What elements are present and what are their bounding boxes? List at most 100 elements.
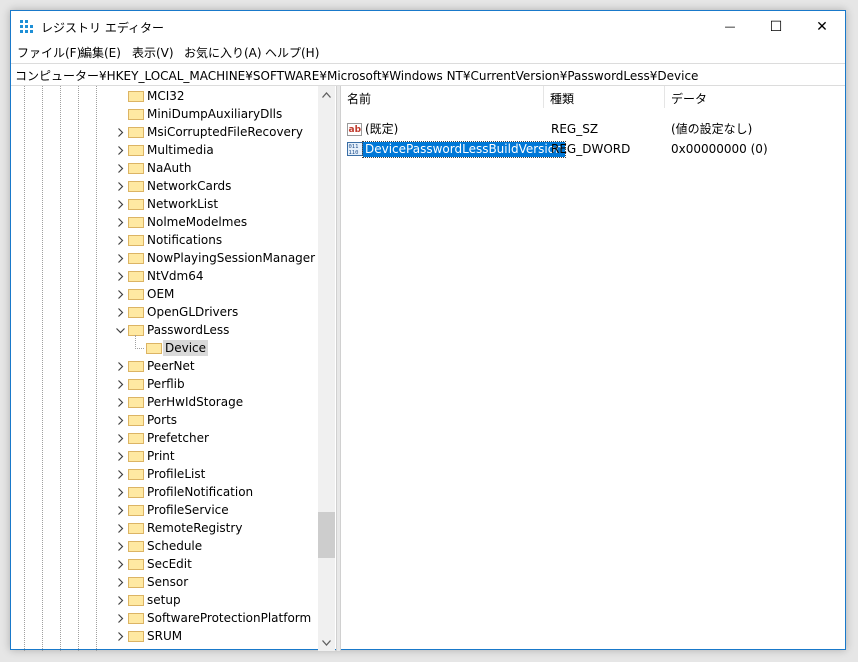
expand-arrow-collapsed-icon[interactable] xyxy=(115,288,125,300)
expand-arrow-collapsed-icon[interactable] xyxy=(115,378,125,390)
maximize-button[interactable]: ☐ xyxy=(753,11,799,42)
value-type: REG_DWORD xyxy=(551,142,631,156)
menu-view[interactable]: 表示(V) xyxy=(132,44,174,61)
tree-item-msicorruptedfilerecovery[interactable]: MsiCorruptedFileRecovery xyxy=(11,123,317,141)
column-header-name[interactable]: 名前 xyxy=(341,86,544,108)
tree-item-perhwidstorage[interactable]: PerHwIdStorage xyxy=(11,393,317,411)
tree-scrollbar[interactable] xyxy=(318,86,335,651)
menu-favorites[interactable]: お気に入り(A) xyxy=(184,44,262,61)
tree-item-nowplayingsessionmanager[interactable]: NowPlayingSessionManager xyxy=(11,249,317,267)
expand-arrow-collapsed-icon[interactable] xyxy=(115,558,125,570)
expand-arrow-collapsed-icon[interactable] xyxy=(115,162,125,174)
tree-item-passwordless[interactable]: PasswordLess xyxy=(11,321,317,339)
tree-item-mci32[interactable]: MCI32 xyxy=(11,87,317,105)
folder-icon xyxy=(128,467,144,480)
address-bar[interactable]: コンピューター¥HKEY_LOCAL_MACHINE¥SOFTWARE¥Micr… xyxy=(11,63,845,86)
folder-icon xyxy=(128,125,144,138)
expand-arrow-collapsed-icon[interactable] xyxy=(115,450,125,462)
tree-item-label: SecEdit xyxy=(147,557,192,571)
title-bar[interactable]: レジストリ エディター — ☐ ✕ xyxy=(11,11,845,42)
column-header-data[interactable]: データ xyxy=(665,86,835,108)
folder-icon xyxy=(128,413,144,426)
close-button[interactable]: ✕ xyxy=(799,11,845,42)
tree-item-label: Multimedia xyxy=(147,143,214,157)
registry-editor-window: レジストリ エディター — ☐ ✕ ファイル(F) 編集(E) 表示(V) お気… xyxy=(10,10,846,651)
tree-item-prefetcher[interactable]: Prefetcher xyxy=(11,429,317,447)
expand-arrow-collapsed-icon[interactable] xyxy=(115,216,125,228)
tree-item-profilelist[interactable]: ProfileList xyxy=(11,465,317,483)
tree-item-nolmemodelmes[interactable]: NolmeModelmes xyxy=(11,213,317,231)
expand-arrow-collapsed-icon[interactable] xyxy=(115,594,125,606)
menu-help[interactable]: ヘルプ(H) xyxy=(265,44,319,61)
expand-arrow-expanded-icon[interactable] xyxy=(115,324,125,336)
value-type: REG_SZ xyxy=(551,122,599,136)
column-header-label: 種類 xyxy=(550,92,575,106)
tree-item-networkcards[interactable]: NetworkCards xyxy=(11,177,317,195)
tree-item-srum[interactable]: SRUM xyxy=(11,627,317,645)
expand-arrow-collapsed-icon[interactable] xyxy=(115,504,125,516)
folder-icon xyxy=(128,431,144,444)
tree-item-schedule[interactable]: Schedule xyxy=(11,537,317,555)
tree-item-label: MsiCorruptedFileRecovery xyxy=(147,125,303,139)
expand-arrow-collapsed-icon[interactable] xyxy=(115,468,125,480)
tree-item-sensor[interactable]: Sensor xyxy=(11,573,317,591)
expand-arrow-collapsed-icon[interactable] xyxy=(115,360,125,372)
expand-arrow-collapsed-icon[interactable] xyxy=(115,432,125,444)
tree-item-perflib[interactable]: Perflib xyxy=(11,375,317,393)
value-row[interactable]: ab (既定) REG_SZ (値の設定なし) xyxy=(341,119,841,139)
minimize-button[interactable]: — xyxy=(707,11,753,42)
tree-item-device[interactable]: Device xyxy=(11,335,317,357)
value-row[interactable]: 011 110 DevicePasswordLessBuildVersion R… xyxy=(341,139,841,159)
tree-item-label: setup xyxy=(147,593,181,607)
expand-arrow-collapsed-icon[interactable] xyxy=(115,234,125,246)
tree-item-secedit[interactable]: SecEdit xyxy=(11,555,317,573)
expand-arrow-collapsed-icon[interactable] xyxy=(115,522,125,534)
tree-item-remoteregistry[interactable]: RemoteRegistry xyxy=(11,519,317,537)
expand-arrow-collapsed-icon[interactable] xyxy=(115,630,125,642)
tree-item-notifications[interactable]: Notifications xyxy=(11,231,317,249)
menu-edit[interactable]: 編集(E) xyxy=(80,44,121,61)
expand-arrow-collapsed-icon[interactable] xyxy=(115,270,125,282)
expand-arrow-collapsed-icon[interactable] xyxy=(115,306,125,318)
tree-item-ports[interactable]: Ports xyxy=(11,411,317,429)
tree-item-label: Notifications xyxy=(147,233,223,247)
tree-item-opengldrivers[interactable]: OpenGLDrivers xyxy=(11,303,317,321)
tree-item-profileservice[interactable]: ProfileService xyxy=(11,501,317,519)
value-data: 0x00000000 (0) xyxy=(671,142,768,156)
tree-item-softwareprotectionplatform[interactable]: SoftwareProtectionPlatform xyxy=(11,609,317,627)
tree-item-multimedia[interactable]: Multimedia xyxy=(11,141,317,159)
tree-item-networklist[interactable]: NetworkList xyxy=(11,195,317,213)
scroll-down-button[interactable] xyxy=(318,634,335,651)
tree-item-label: NaAuth xyxy=(147,161,192,175)
tree-item-setup[interactable]: setup xyxy=(11,591,317,609)
expand-arrow-collapsed-icon[interactable] xyxy=(115,486,125,498)
maximize-icon: ☐ xyxy=(769,18,783,35)
expand-arrow-collapsed-icon[interactable] xyxy=(115,612,125,624)
expand-arrow-collapsed-icon[interactable] xyxy=(115,126,125,138)
expand-arrow-collapsed-icon[interactable] xyxy=(115,198,125,210)
tree-item-print[interactable]: Print xyxy=(11,447,317,465)
menu-file[interactable]: ファイル(F) xyxy=(17,44,81,61)
tree-item-minidumpauxiliarydlls[interactable]: MiniDumpAuxiliaryDlls xyxy=(11,105,317,123)
scroll-up-button[interactable] xyxy=(318,86,335,103)
tree-item-label: Ports xyxy=(147,413,178,427)
tree-item-profilenotification[interactable]: ProfileNotification xyxy=(11,483,317,501)
tree-item-oem[interactable]: OEM xyxy=(11,285,317,303)
expand-arrow-collapsed-icon[interactable] xyxy=(115,396,125,408)
menu-bar: ファイル(F) 編集(E) 表示(V) お気に入り(A) ヘルプ(H) xyxy=(11,42,845,62)
expand-arrow-collapsed-icon[interactable] xyxy=(115,144,125,156)
tree-item-peernet[interactable]: PeerNet xyxy=(11,357,317,375)
folder-icon xyxy=(128,233,144,246)
column-header-type[interactable]: 種類 xyxy=(544,86,665,108)
address-path[interactable]: コンピューター¥HKEY_LOCAL_MACHINE¥SOFTWARE¥Micr… xyxy=(15,67,698,84)
expand-arrow-collapsed-icon[interactable] xyxy=(115,576,125,588)
folder-icon xyxy=(128,557,144,570)
expand-arrow-collapsed-icon[interactable] xyxy=(115,252,125,264)
expand-arrow-collapsed-icon[interactable] xyxy=(115,414,125,426)
folder-icon xyxy=(128,359,144,372)
expand-arrow-collapsed-icon[interactable] xyxy=(115,180,125,192)
tree-item-ntvdm64[interactable]: NtVdm64 xyxy=(11,267,317,285)
scroll-thumb[interactable] xyxy=(318,512,335,558)
expand-arrow-collapsed-icon[interactable] xyxy=(115,540,125,552)
tree-item-naauth[interactable]: NaAuth xyxy=(11,159,317,177)
